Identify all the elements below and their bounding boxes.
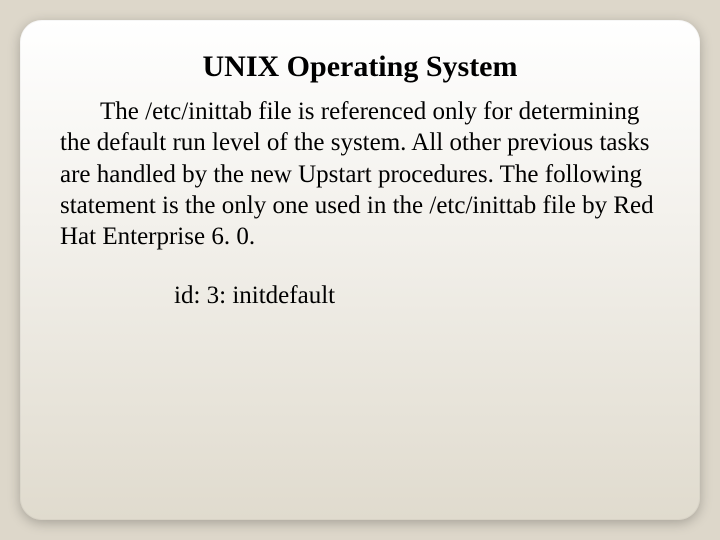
- slide-body-text: The /etc/inittab file is referenced only…: [60, 96, 660, 252]
- slide: UNIX Operating System The /etc/inittab f…: [20, 20, 700, 520]
- slide-code-line: id: 3: initdefault: [60, 280, 660, 311]
- slide-title: UNIX Operating System: [60, 50, 660, 84]
